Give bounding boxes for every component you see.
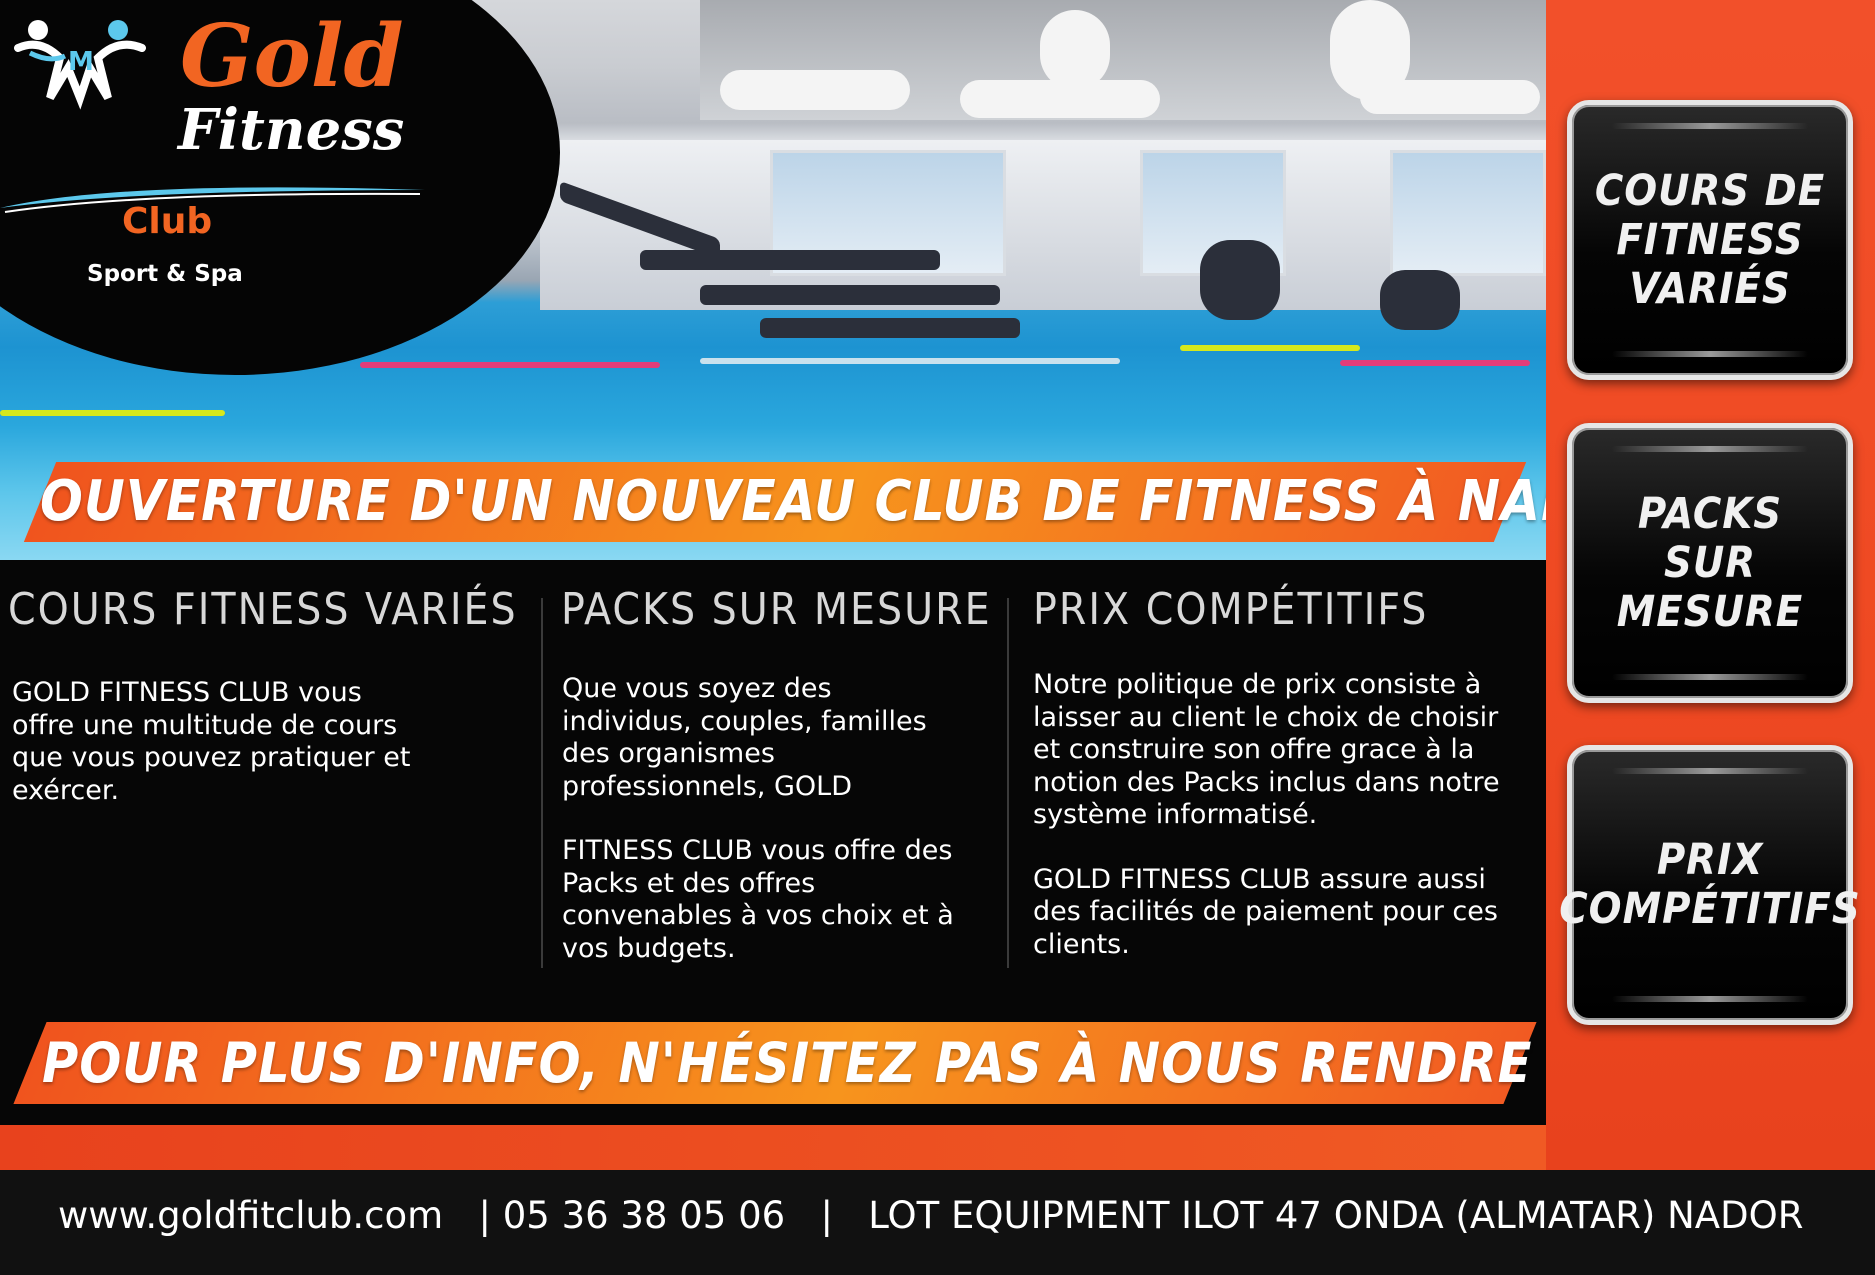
box-gloss xyxy=(1612,996,1808,1002)
pool-noodle xyxy=(360,362,660,368)
column-body-packs: Que vous soyez des individus, couples, f… xyxy=(562,673,962,965)
brand-tagline: Sport & Spa xyxy=(87,261,243,287)
cta-text: POUR PLUS D'INFO, N'HÉSITEZ PAS À NOUS R… xyxy=(42,1031,1736,1095)
pool-noodle xyxy=(1180,345,1360,351)
brand-name-gold: Gold xyxy=(180,6,404,107)
footer-contact: www.goldfitclub.com | 05 36 38 05 06 | L… xyxy=(58,1192,1803,1240)
footer-phone[interactable]: 05 36 38 05 06 xyxy=(503,1194,785,1237)
column-body-cours: GOLD FITNESS CLUB vous offre une multitu… xyxy=(12,677,412,807)
sidebar-box-packs: PACKS SUR MESURE xyxy=(1567,423,1853,703)
treadmill xyxy=(700,285,1000,305)
orange-strip xyxy=(0,1125,1546,1170)
headline-text: OUVERTURE D'UN NOUVEAU CLUB DE FITNESS À… xyxy=(40,469,1668,534)
brand-club: Club xyxy=(122,201,213,242)
sidebar-box-label: PACKS SUR MESURE xyxy=(1572,488,1848,637)
sidebar-box-line: COMPÉTITIFS xyxy=(1559,884,1861,934)
box-gloss xyxy=(1612,123,1808,129)
martial-artist-figure xyxy=(720,70,910,110)
sidebar-box-line: SUR MESURE xyxy=(1616,537,1804,637)
column-divider xyxy=(541,598,543,968)
sidebar-box-label: COURS DE FITNESS VARIÉS xyxy=(1594,165,1826,314)
pool-noodle xyxy=(0,410,225,416)
column-paragraph: GOLD FITNESS CLUB assure aussi des facil… xyxy=(1033,863,1498,960)
sidebar-box-line: COURS DE xyxy=(1594,165,1826,216)
column-paragraph: Notre politique de prix consiste à laiss… xyxy=(1033,669,1500,830)
sidebar-box-prix: PRIX COMPÉTITIFS xyxy=(1559,745,1860,1025)
gym-machine xyxy=(1380,270,1460,330)
martial-artist-figure xyxy=(1360,80,1540,114)
column-title-cours: COURS FITNESS VARIÉS xyxy=(8,584,518,635)
box-gloss xyxy=(1612,351,1808,357)
column-title-packs: PACKS SUR MESURE xyxy=(561,584,992,635)
sidebar-box-cours: COURS DE FITNESS VARIÉS xyxy=(1567,100,1853,380)
flyer: M Gold Fitness Club Sport & Spa OUVERTUR… xyxy=(0,0,1875,1275)
treadmill xyxy=(760,318,1020,338)
box-gloss xyxy=(1612,674,1808,680)
column-paragraph: FITNESS CLUB vous offre des Packs et des… xyxy=(562,835,954,964)
sidebar-box-line: FITNESS xyxy=(1616,214,1804,265)
martial-artist-figure xyxy=(1040,10,1110,90)
gold-fitness-logo-icon: M xyxy=(14,20,146,110)
sidebar-box-label: PRIX COMPÉTITIFS xyxy=(1559,836,1860,934)
column-title-prix: PRIX COMPÉTITIFS xyxy=(1033,584,1429,635)
column-divider xyxy=(1007,598,1009,968)
swoosh-icon xyxy=(0,187,425,213)
treadmill xyxy=(640,250,940,270)
svg-text:M: M xyxy=(68,47,94,77)
box-gloss xyxy=(1612,768,1808,774)
sidebar-box-line: VARIÉS xyxy=(1629,263,1791,314)
footer-address: LOT EQUIPMENT ILOT 47 ONDA (ALMATAR) NAD… xyxy=(868,1194,1804,1237)
column-paragraph: GOLD FITNESS CLUB vous offre une multitu… xyxy=(12,677,411,806)
column-paragraph: Que vous soyez des individus, couples, f… xyxy=(562,673,927,802)
footer-website[interactable]: www.goldfitclub.com xyxy=(58,1194,443,1237)
brand-name-fitness: Fitness xyxy=(178,97,405,163)
column-body-prix: Notre politique de prix consiste à laiss… xyxy=(1033,669,1523,961)
footer-separator: | xyxy=(478,1194,491,1237)
gym-machine xyxy=(1200,240,1280,320)
footer-separator: | xyxy=(820,1194,833,1237)
pool-noodle xyxy=(700,358,1120,364)
box-gloss xyxy=(1612,446,1808,452)
sidebar-box-line: PACKS xyxy=(1637,488,1783,539)
sidebar-box-line: PRIX xyxy=(1656,835,1764,885)
pool-noodle xyxy=(1340,360,1530,366)
gym-window xyxy=(1390,150,1546,276)
